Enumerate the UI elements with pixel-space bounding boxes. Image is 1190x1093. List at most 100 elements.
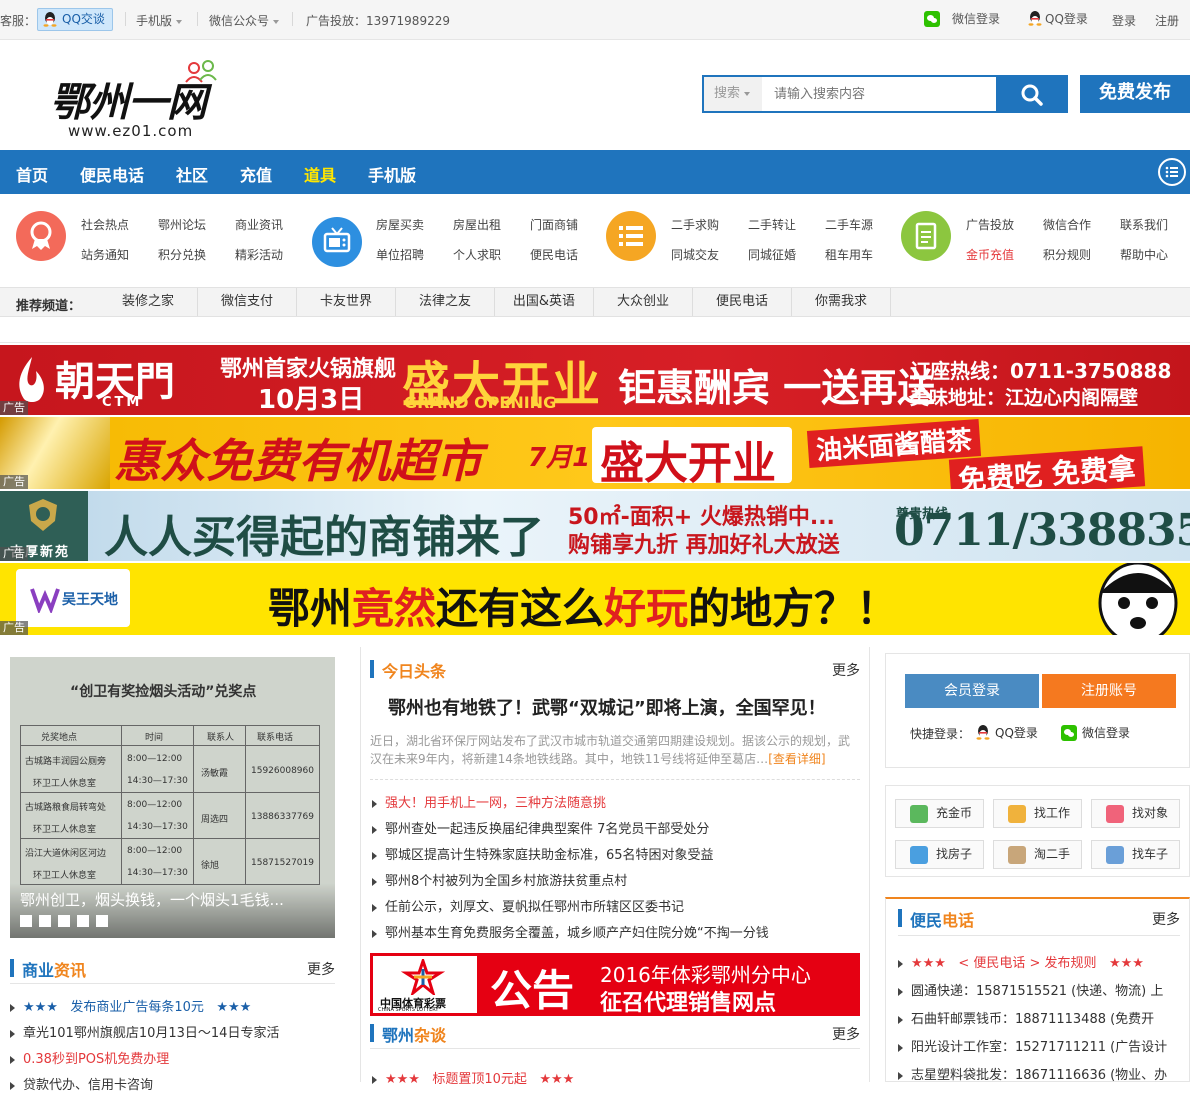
slide-dot[interactable] bbox=[77, 915, 89, 927]
cat-dating[interactable]: 同城交友 bbox=[671, 246, 719, 263]
cat-house-sale[interactable]: 房屋买卖 bbox=[376, 216, 424, 233]
slide-dot[interactable] bbox=[96, 915, 108, 927]
cat-business-news[interactable]: 商业资讯 bbox=[235, 216, 283, 233]
cat-transfer[interactable]: 二手转让 bbox=[748, 216, 796, 233]
channel-link[interactable]: 装修之家 bbox=[99, 288, 198, 316]
channel-link[interactable]: 微信支付 bbox=[198, 288, 297, 316]
cat-points-exchange[interactable]: 积分兑换 bbox=[158, 246, 206, 263]
nav-home[interactable]: 首页 bbox=[16, 162, 48, 186]
member-login-button[interactable]: 会员登录 bbox=[905, 674, 1039, 708]
cat-coin-recharge[interactable]: 金币充值 bbox=[966, 246, 1014, 263]
service-secondhand[interactable]: 淘二手 bbox=[993, 840, 1082, 869]
main-nav: 首页 便民电话 社区 充值 道具 手机版 bbox=[0, 150, 1190, 194]
channel-link[interactable]: 便民电话 bbox=[693, 288, 792, 316]
divider bbox=[10, 983, 335, 984]
cat-forum[interactable]: 鄂州论坛 bbox=[158, 216, 206, 233]
channel-link[interactable]: 卡友世界 bbox=[297, 288, 396, 316]
cat-house-rent[interactable]: 房屋出租 bbox=[453, 216, 501, 233]
register-link[interactable]: 注册 bbox=[1155, 12, 1179, 29]
login-link[interactable]: 登录 bbox=[1112, 12, 1136, 29]
slide-dot[interactable] bbox=[39, 915, 51, 927]
list-item[interactable]: 贷款代办、信用卡咨询 bbox=[10, 1074, 335, 1093]
more-link[interactable]: 更多 bbox=[832, 660, 860, 680]
list-item[interactable]: ★★★ 标题置顶10元起 ★★★ bbox=[372, 1068, 860, 1087]
cat-points-rules[interactable]: 积分规则 bbox=[1043, 246, 1091, 263]
list-item[interactable]: 圆通快递：15871515521 (快递、物流) 上 bbox=[898, 980, 1188, 999]
menu-icon[interactable] bbox=[1158, 158, 1186, 186]
wechat-login-link[interactable]: 微信登录 bbox=[924, 10, 1000, 27]
service-house[interactable]: 找房子 bbox=[895, 840, 984, 869]
channel-link[interactable]: 出国&英语 bbox=[495, 288, 594, 316]
news-photo-slide[interactable]: “创卫有奖捡烟头活动”兑奖点 兑奖地点 时间 联系人 联系电话 古城路丰润园公厕… bbox=[10, 657, 335, 938]
nav-recharge[interactable]: 充值 bbox=[240, 162, 272, 186]
ad-banner-hotpot[interactable]: 朝天門 CTM 鄂州首家火锅旗舰 10月3日 盛大开业 GRAND OPENIN… bbox=[0, 345, 1190, 415]
list-item[interactable]: 0.38秒到POS机免费办理 bbox=[10, 1048, 335, 1067]
channel-spacer bbox=[0, 317, 1190, 343]
news-item[interactable]: 鄂州8个村被列为全国乡村旅游扶贫重点村 bbox=[372, 870, 860, 889]
news-item[interactable]: 鄂州基本生育免费服务全覆盖，城乡顺产产妇住院分娩“不掏一分钱 bbox=[372, 922, 860, 941]
mobile-version-link[interactable]: 手机版 bbox=[136, 12, 183, 29]
lottery-line1: 2016年体彩鄂州分中心 bbox=[600, 963, 811, 987]
more-link[interactable]: 更多 bbox=[832, 1024, 860, 1044]
cat-social-hot[interactable]: 社会热点 bbox=[81, 216, 129, 233]
search-type-select[interactable]: 搜索 bbox=[704, 77, 762, 111]
cat-wechat-cooperation[interactable]: 微信合作 bbox=[1043, 216, 1091, 233]
cat-help-center[interactable]: 帮助中心 bbox=[1120, 246, 1168, 263]
cat-used-cars[interactable]: 二手车源 bbox=[825, 216, 873, 233]
list-item[interactable]: 阳光设计工作室：15271711211 (广告设计 bbox=[898, 1036, 1188, 1055]
cat-shops[interactable]: 门面商铺 bbox=[530, 216, 578, 233]
ad-banner-wuwang[interactable]: 吴王天地 鄂州竟然还有这么好玩的地方？！ 广告 bbox=[0, 563, 1190, 635]
search-button[interactable] bbox=[996, 77, 1066, 111]
cat-car-rental[interactable]: 租车用车 bbox=[825, 246, 873, 263]
cat-phone[interactable]: 便民电话 bbox=[530, 246, 578, 263]
channel-link[interactable]: 法律之友 bbox=[396, 288, 495, 316]
search-input[interactable] bbox=[764, 77, 998, 111]
headline-title[interactable]: 鄂州也有地铁了！武鄂“双城记”即将上演，全国罕见！ bbox=[388, 694, 826, 720]
qq-login-link[interactable]: QQ登录 bbox=[1028, 10, 1088, 27]
cat-advertising[interactable]: 广告投放 bbox=[966, 216, 1014, 233]
list-item[interactable]: ★★★ < 便民电话 > 发布规则 ★★★ bbox=[898, 952, 1188, 971]
cat-marriage[interactable]: 同城征婚 bbox=[748, 246, 796, 263]
cat-contact-us[interactable]: 联系我们 bbox=[1120, 216, 1168, 233]
tv-icon bbox=[312, 217, 362, 267]
news-item[interactable]: 鄂城区提高计生特殊家庭扶助金标准，65名特困对象受益 bbox=[372, 844, 860, 863]
nav-phone[interactable]: 便民电话 bbox=[80, 162, 144, 186]
slide-dot[interactable] bbox=[20, 915, 32, 927]
list-item[interactable]: 志星塑料袋批发：18671116636 (物业、办 bbox=[898, 1064, 1188, 1083]
view-detail-link[interactable]: [查看详细] bbox=[768, 752, 825, 766]
cat-site-notice[interactable]: 站务通知 bbox=[81, 246, 129, 263]
cat-events[interactable]: 精彩活动 bbox=[235, 246, 283, 263]
free-publish-button[interactable]: 免费发布 bbox=[1080, 75, 1190, 113]
nav-community[interactable]: 社区 bbox=[176, 162, 208, 186]
news-item[interactable]: 鄂州查处一起违反换届纪律典型案件 7名党员干部受处分 bbox=[372, 818, 860, 837]
more-link[interactable]: 更多 bbox=[307, 959, 335, 979]
cat-wanted[interactable]: 二手求购 bbox=[671, 216, 719, 233]
channel-link[interactable]: 你需我求 bbox=[792, 288, 891, 316]
service-dating[interactable]: 找对象 bbox=[1091, 799, 1180, 828]
service-coins[interactable]: 充金币 bbox=[895, 799, 984, 828]
qq-chat-button[interactable]: QQ交谈 bbox=[37, 8, 113, 31]
ad-banner-shops[interactable]: 吉厚新苑 人人买得起的商铺来了 50㎡-面积+ 火爆热销中... 购铺享九折 再… bbox=[0, 491, 1190, 561]
nav-mobile[interactable]: 手机版 bbox=[368, 162, 416, 186]
list-item[interactable]: 石曲轩邮票钱币：18871113488 (免费开 bbox=[898, 1008, 1188, 1027]
nav-props[interactable]: 道具 bbox=[304, 162, 336, 186]
ad-tag: 广告 bbox=[0, 621, 28, 635]
list-item[interactable]: 章光101鄂州旗舰店10月13日～14日专家活 bbox=[10, 1022, 335, 1041]
register-account-button[interactable]: 注册账号 bbox=[1042, 674, 1176, 708]
news-item[interactable]: 强大！用手机上一网，三种方法随意挑 bbox=[372, 792, 860, 811]
lottery-announcement-banner[interactable]: 中国体育彩票 CHINA SPORTS LOTTERY 公告 2016年体彩鄂州… bbox=[370, 953, 860, 1016]
wechat-login-link[interactable]: 微信登录 bbox=[1061, 724, 1130, 741]
service-car[interactable]: 找车子 bbox=[1091, 840, 1180, 869]
qq-login-link[interactable]: QQ登录 bbox=[976, 724, 1038, 741]
site-logo[interactable]: 鄂州一网 www.ez01.com bbox=[50, 58, 220, 144]
cat-job-seeking[interactable]: 个人求职 bbox=[453, 246, 501, 263]
cat-recruitment[interactable]: 单位招聘 bbox=[376, 246, 424, 263]
slide-dot[interactable] bbox=[58, 915, 70, 927]
channel-link[interactable]: 大众创业 bbox=[594, 288, 693, 316]
more-link[interactable]: 更多 bbox=[1152, 909, 1180, 929]
news-item[interactable]: 任前公示，刘厚文、夏帆拟任鄂州市所辖区区委书记 bbox=[372, 896, 860, 915]
wechat-account-link[interactable]: 微信公众号 bbox=[209, 12, 280, 29]
service-jobs[interactable]: 找工作 bbox=[993, 799, 1082, 828]
list-item[interactable]: ★★★ 发布商业广告每条10元 ★★★ bbox=[10, 996, 335, 1015]
ad-banner-supermarket[interactable]: 惠众免费有机超市 7月1日 盛大开业 油米面酱醋茶 免费吃 免费拿 广告 bbox=[0, 417, 1190, 489]
